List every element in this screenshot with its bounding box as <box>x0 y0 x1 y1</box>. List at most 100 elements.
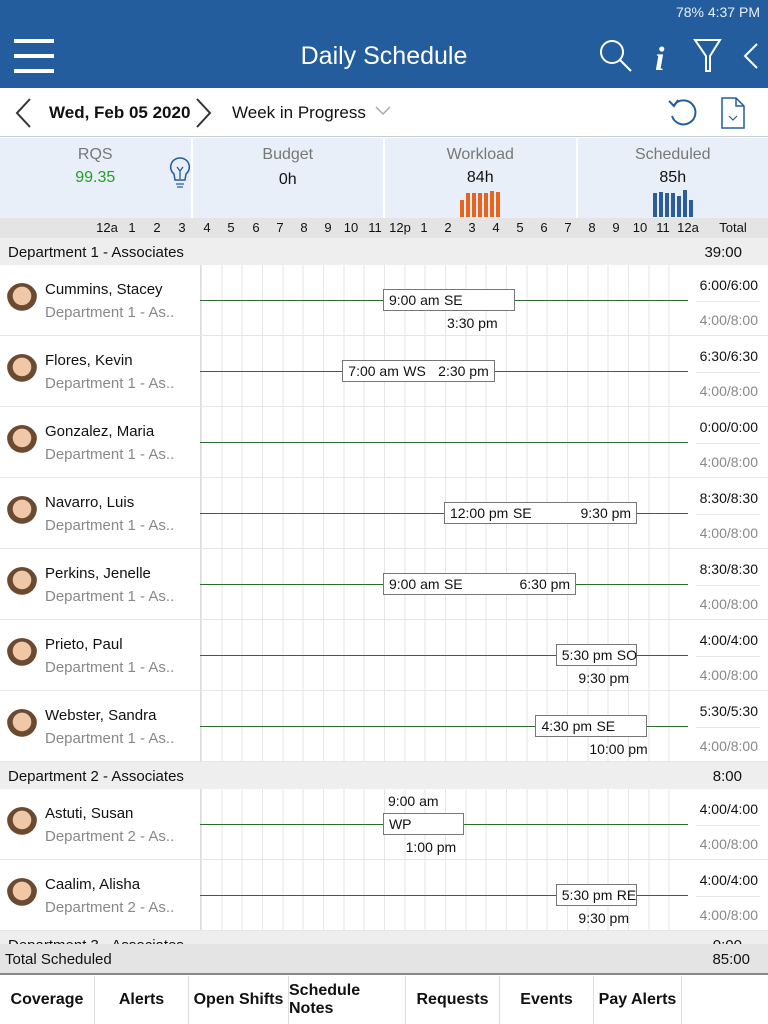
employee-department: Department 2 - As.. <box>45 899 175 916</box>
lightbulb-icon[interactable] <box>168 156 192 190</box>
tab-alerts[interactable]: Alerts <box>95 976 189 1024</box>
employee-name: Perkins, Jenelle <box>45 565 151 582</box>
employee-name: Cummins, Stacey <box>45 281 163 298</box>
department-header[interactable]: Department 1 - Associates 39:00 <box>0 238 768 265</box>
hour-label: 7 <box>564 220 572 235</box>
status-bar: 78% 4:37 PM <box>675 4 760 20</box>
tab-coverage[interactable]: Coverage <box>0 976 95 1024</box>
svg-text:i: i <box>655 41 665 74</box>
schedule-list[interactable]: Department 1 - Associates 39:00 Cummins, S… <box>0 238 768 944</box>
workload-bar <box>472 193 477 217</box>
hour-label: 3 <box>178 220 186 235</box>
shift-block[interactable]: 5:30 pm SO <box>555 644 638 666</box>
period-dropdown[interactable]: Week in Progress <box>232 103 366 123</box>
scheduled-bar <box>658 191 663 217</box>
avatar <box>6 878 38 912</box>
tab-schedule-notes[interactable]: Schedule Notes <box>289 976 406 1024</box>
shift-code: SE <box>512 505 532 521</box>
hour-label: 1 <box>128 220 136 235</box>
department-header[interactable]: Department 3 - Associates 0:00 <box>0 931 768 944</box>
shift-code: WS <box>403 363 426 379</box>
search-icon[interactable] <box>598 38 634 74</box>
shift-block[interactable]: WP <box>382 813 465 835</box>
department-name: Department 3 - Associates <box>8 937 184 944</box>
filter-icon[interactable] <box>693 38 723 74</box>
shift-code: SE <box>443 292 463 308</box>
employee-row[interactable]: Webster, Sandra Department 1 - As.. 4:30 p… <box>0 691 768 762</box>
total-label: Total Scheduled <box>5 951 112 968</box>
employee-department: Department 2 - As.. <box>45 828 175 845</box>
scheduled-bar <box>670 193 675 217</box>
shift-start: 12:00 pm <box>449 505 509 521</box>
shift-start: 5:30 pm <box>561 647 613 663</box>
shift-block[interactable]: 7:00 am WS 2:30 pm <box>342 360 495 382</box>
rqs-cell[interactable]: RQS 99.35 <box>0 138 193 218</box>
hour-axis: 12a 1 2 3 4 5 6 7 8 9 10 11 12p 1 2 3 4 5 6 7 8 9 10 11 12a Total <box>0 218 768 238</box>
shift-end: 1:00 pm <box>405 839 457 855</box>
employee-row[interactable]: Perkins, Jenelle Department 1 - As.. 9:00 … <box>0 549 768 620</box>
chevron-down-icon[interactable] <box>375 106 391 116</box>
target-hours: 4:00/8:00 <box>699 667 758 683</box>
shift-block[interactable]: 9:00 am SE <box>382 289 516 311</box>
workload-value: 84h <box>466 169 494 186</box>
shift-end: 10:00 pm <box>589 741 648 757</box>
workload-bar <box>478 193 483 217</box>
chevron-left-icon[interactable] <box>742 42 760 70</box>
hour-label: 6 <box>252 220 260 235</box>
department-total: 0:00 <box>713 937 742 944</box>
scheduled-bar <box>688 200 693 217</box>
document-icon[interactable] <box>720 96 746 130</box>
shift-code: SE <box>443 576 463 592</box>
employee-department: Department 1 - As.. <box>45 375 175 392</box>
department-header[interactable]: Department 2 - Associates 8:00 <box>0 762 768 789</box>
budget-cell: Budget 0h <box>193 138 385 218</box>
scheduled-bars <box>652 189 693 217</box>
tab-open-shifts[interactable]: Open Shifts <box>189 976 289 1024</box>
employee-name: Astuti, Susan <box>45 805 134 822</box>
employee-name: Webster, Sandra <box>45 707 157 724</box>
employee-department: Department 1 - As.. <box>45 730 175 747</box>
shift-code: SO <box>616 647 637 663</box>
employee-row[interactable]: Caalim, Alisha Department 2 - As.. 5:30 pm… <box>0 860 768 931</box>
hour-label: 4 <box>203 220 211 235</box>
employee-row[interactable]: Cummins, Stacey Department 1 - As.. 9:00 a… <box>0 265 768 336</box>
total-value: 85:00 <box>712 951 750 968</box>
info-icon[interactable]: i <box>652 38 674 74</box>
divider <box>696 514 760 515</box>
tab-events[interactable]: Events <box>500 976 594 1024</box>
employee-name: Gonzalez, Maria <box>45 423 155 440</box>
prev-day-icon[interactable] <box>14 98 34 128</box>
department-name: Department 2 - Associates <box>8 768 184 785</box>
shift-block[interactable]: 5:30 pm RE <box>555 884 638 906</box>
tab-pay-alerts[interactable]: Pay Alerts <box>594 976 682 1024</box>
shift-block[interactable]: 4:30 pm SE <box>535 715 648 737</box>
hour-label: 1 <box>420 220 428 235</box>
hour-label: 4 <box>492 220 500 235</box>
employee-department: Department 1 - As.. <box>45 446 175 463</box>
department-total: 39:00 <box>704 244 742 261</box>
shift-block[interactable]: 9:00 am SE 6:30 pm <box>382 573 577 595</box>
employee-row[interactable]: Prieto, Paul Department 1 - As.. 5:30 pm SO… <box>0 620 768 691</box>
refresh-icon[interactable] <box>666 96 700 130</box>
employee-name: Flores, Kevin <box>45 352 133 369</box>
scheduled-label: Scheduled <box>634 146 711 163</box>
next-day-icon[interactable] <box>194 98 214 128</box>
employee-row[interactable]: Gonzalez, Maria Department 1 - As.. 0:00/0… <box>0 407 768 478</box>
employee-row[interactable]: Flores, Kevin Department 1 - As.. 7:00 am W… <box>0 336 768 407</box>
scheduled-bar <box>652 193 657 217</box>
tab-requests[interactable]: Requests <box>406 976 500 1024</box>
avatar <box>6 425 38 459</box>
employee-row[interactable]: Astuti, Susan Department 2 - As.. 9:00 am W… <box>0 789 768 860</box>
shift-block[interactable]: 12:00 pm SE 9:30 pm <box>443 502 638 524</box>
scheduled-hours: 4:00/4:00 <box>699 632 758 648</box>
divider <box>696 825 760 826</box>
employee-name: Navarro, Luis <box>45 494 135 511</box>
scheduled-bar <box>664 193 669 217</box>
hour-label: 12a <box>677 220 699 235</box>
shift-code: WP <box>388 816 412 832</box>
employee-row[interactable]: Navarro, Luis Department 1 - As.. 12:00 pm… <box>0 478 768 549</box>
scheduled-value: 85h <box>659 169 687 186</box>
scheduled-hours: 4:00/4:00 <box>699 801 758 817</box>
hour-label: 7 <box>276 220 284 235</box>
divider <box>696 372 760 373</box>
